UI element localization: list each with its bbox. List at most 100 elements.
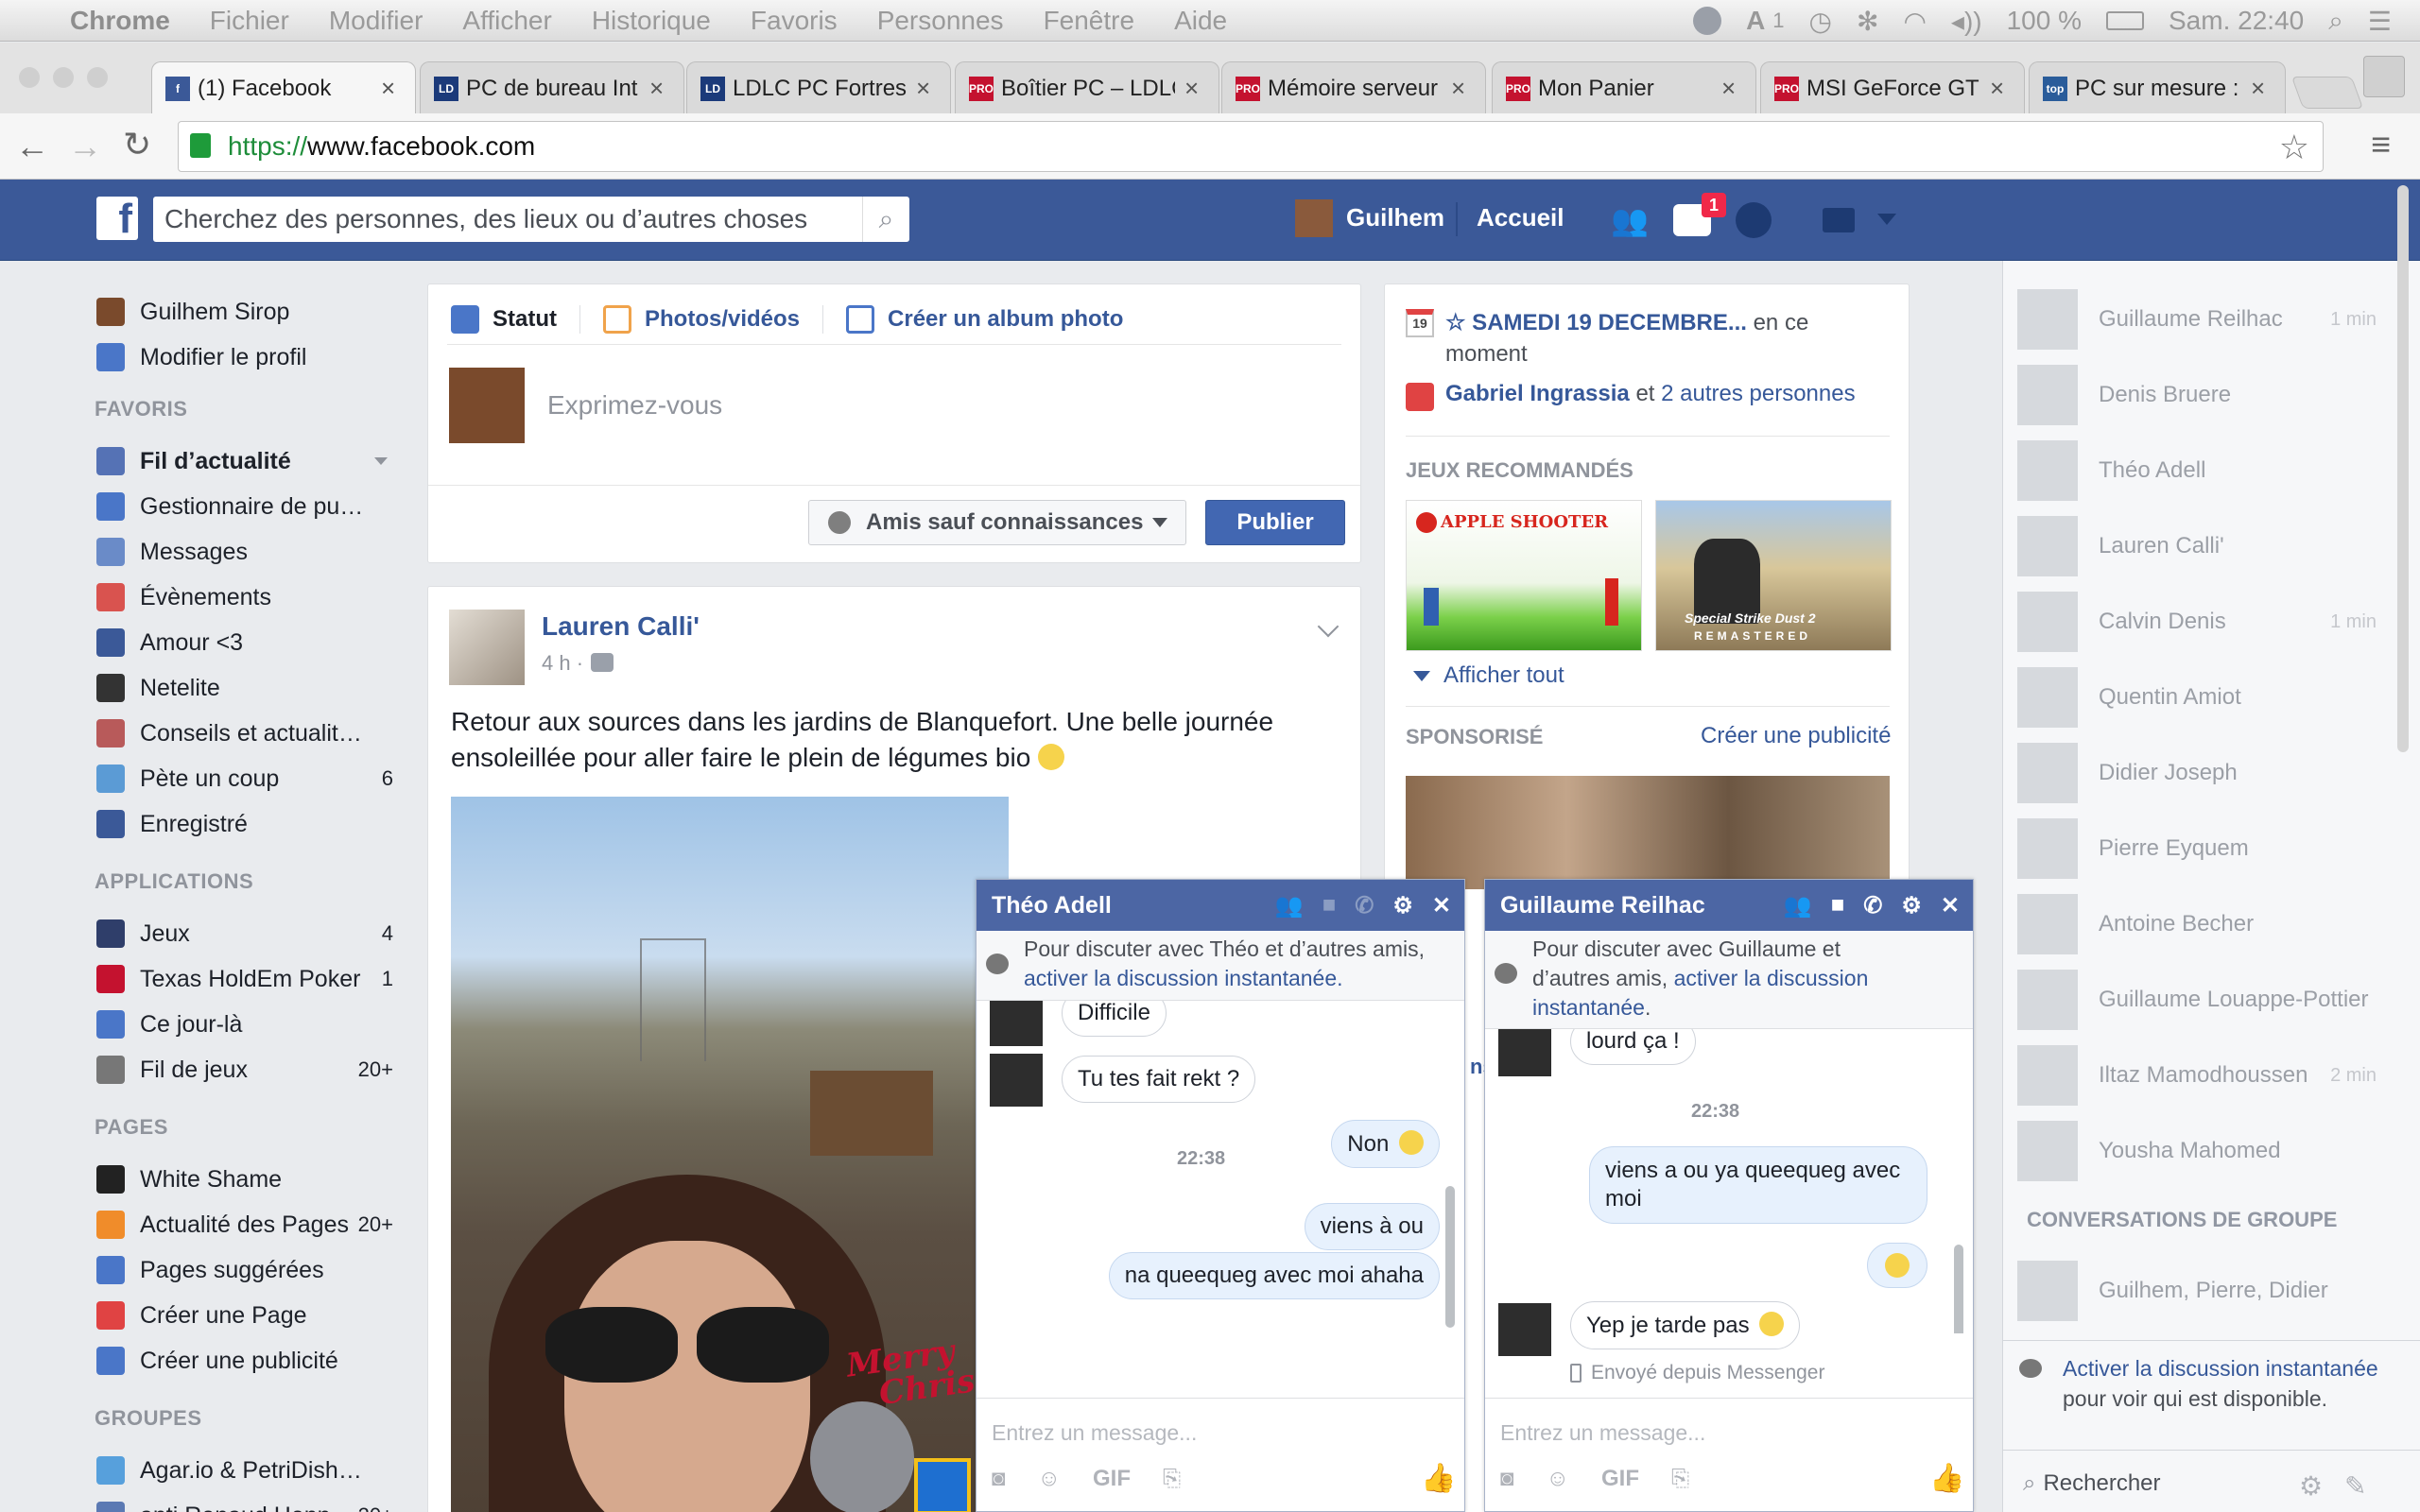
post-author-avatar[interactable] bbox=[449, 610, 525, 685]
left-nav-item[interactable]: White Shame bbox=[96, 1160, 399, 1198]
left-nav-item[interactable]: Jeux 4 bbox=[96, 915, 399, 953]
audience-selector[interactable]: Amis sauf connaissances bbox=[808, 500, 1186, 545]
close-tab-icon[interactable]: × bbox=[381, 74, 402, 103]
contact-item[interactable]: Didier Joseph bbox=[2017, 743, 2377, 803]
notification-center-icon[interactable]: ☰ bbox=[2368, 6, 2392, 37]
contact-item[interactable]: Yousha Mahomed bbox=[2017, 1121, 2377, 1181]
account-menu-chevron-icon[interactable] bbox=[1877, 214, 1896, 225]
profile-icon[interactable] bbox=[2363, 56, 2405, 97]
minimize-window-button[interactable] bbox=[53, 67, 74, 88]
left-nav-item[interactable]: Actualité des Pages 20+ bbox=[96, 1206, 399, 1244]
contact-item[interactable]: Lauren Calli' bbox=[2017, 516, 2377, 576]
left-nav-item[interactable]: Enregistré bbox=[96, 805, 399, 843]
add-friends-icon[interactable]: 👥 bbox=[1784, 892, 1812, 919]
new-tab-button[interactable] bbox=[2290, 77, 2364, 109]
dropdown-chevron-icon[interactable] bbox=[374, 457, 388, 465]
gif-button[interactable]: GIF bbox=[1093, 1466, 1131, 1492]
left-nav-item[interactable]: Évènements bbox=[96, 578, 399, 616]
left-nav-item[interactable]: Conseils et actualit… bbox=[96, 714, 399, 752]
menu-modifier[interactable]: Modifier bbox=[329, 6, 424, 36]
status-tab[interactable]: Statut bbox=[451, 305, 557, 334]
left-nav-item[interactable]: Pète un coup 6 bbox=[96, 760, 399, 798]
event-reminder[interactable]: ☆ SAMEDI 19 DECEMBRE... en ce moment bbox=[1445, 307, 1890, 369]
video-call-icon[interactable]: ■ bbox=[1322, 892, 1337, 919]
contact-item[interactable]: Iltaz Mamodhoussen 2 min bbox=[2017, 1045, 2377, 1106]
spotlight-icon[interactable]: ⌕ bbox=[2328, 6, 2343, 37]
add-friends-icon[interactable]: 👥 bbox=[1275, 892, 1304, 919]
left-nav-item[interactable]: Amour <3 bbox=[96, 624, 399, 662]
left-nav-heading[interactable]: APPLICATIONS bbox=[95, 869, 253, 894]
birthday-others[interactable]: 2 autres personnes bbox=[1661, 381, 1855, 406]
bluetooth-icon[interactable]: ✻ bbox=[1857, 6, 1878, 37]
adobe-icon[interactable]: A bbox=[1746, 6, 1765, 36]
contact-item[interactable]: Guillaume Louappe-Pottier bbox=[2017, 970, 2377, 1030]
left-nav-edit-profile[interactable]: Modifier le profil bbox=[96, 338, 399, 376]
show-all-games[interactable]: Afficher tout bbox=[1413, 662, 1564, 689]
time-machine-icon[interactable]: ◷ bbox=[1809, 6, 1832, 37]
notice-link[interactable]: activer la discussion instantanée. bbox=[1024, 966, 1343, 990]
menu-personnes[interactable]: Personnes bbox=[877, 6, 1004, 36]
battery-percent[interactable]: 100 % bbox=[2007, 6, 2082, 36]
tab-2[interactable]: LD LDLC PC Fortres × bbox=[686, 61, 951, 114]
left-nav-item[interactable]: Pages suggérées bbox=[96, 1251, 399, 1289]
left-nav-heading[interactable]: GROUPES bbox=[95, 1406, 202, 1431]
menu-afficher[interactable]: Afficher bbox=[462, 6, 551, 36]
search-button[interactable]: ⌕ bbox=[862, 197, 909, 242]
contact-item[interactable]: Quentin Amiot bbox=[2017, 667, 2377, 728]
contact-item[interactable]: Théo Adell bbox=[2017, 440, 2377, 501]
left-nav-item[interactable]: Fil d’actualité bbox=[96, 442, 399, 480]
chat-title[interactable]: Guillaume Reilhac bbox=[1500, 892, 1705, 919]
phone-icon[interactable]: ✆ bbox=[1863, 892, 1882, 919]
enable-chat-link[interactable]: Activer la discussion instantanée bbox=[2063, 1356, 2378, 1381]
forward-icon[interactable]: → bbox=[68, 127, 102, 166]
contact-item[interactable]: Denis Bruere bbox=[2017, 365, 2377, 425]
record-icon[interactable] bbox=[1693, 7, 1722, 35]
back-icon[interactable]: ← bbox=[15, 127, 49, 166]
gif-button[interactable]: GIF bbox=[1601, 1466, 1639, 1492]
reload-icon[interactable]: ↻ bbox=[123, 125, 151, 164]
post-photo[interactable]: Merry Christmas bbox=[451, 797, 1009, 1512]
tab-6[interactable]: PRO MSI GeForce GT × bbox=[1760, 61, 2025, 114]
close-tab-icon[interactable]: × bbox=[1990, 74, 2011, 103]
clock[interactable]: Sam. 22:40 bbox=[2169, 6, 2304, 36]
left-nav-item[interactable]: Créer une publicité bbox=[96, 1342, 399, 1380]
zoom-window-button[interactable] bbox=[87, 67, 108, 88]
left-nav-item[interactable]: Ce jour-là bbox=[96, 1005, 399, 1043]
game-apple-shooter[interactable]: APPLE SHOOTER bbox=[1406, 500, 1642, 651]
contact-item[interactable]: Guillaume Reilhac 1 min bbox=[2017, 289, 2377, 350]
group-conversation-item[interactable]: Guilhem, Pierre, Didier bbox=[2017, 1261, 2377, 1321]
header-home-link[interactable]: Accueil bbox=[1477, 203, 1564, 232]
menu-historique[interactable]: Historique bbox=[592, 6, 711, 36]
photos-tab[interactable]: Photos/vidéos bbox=[603, 305, 800, 334]
post-author-name[interactable]: Lauren Calli' bbox=[542, 611, 700, 642]
close-icon[interactable]: ✕ bbox=[1941, 892, 1960, 919]
post-timestamp[interactable]: 4 h · bbox=[542, 651, 583, 676]
chat-header[interactable]: Théo Adell 👥 ■ ✆ ⚙ ✕ bbox=[977, 880, 1464, 931]
contact-item[interactable]: Calvin Denis 1 min bbox=[2017, 592, 2377, 652]
left-nav-item[interactable]: Texas HoldEm Poker 1 bbox=[96, 960, 399, 998]
sponsored-ad-image[interactable] bbox=[1406, 776, 1890, 889]
address-bar[interactable]: https:// www.facebook.com ☆ bbox=[178, 121, 2324, 172]
message-input[interactable]: Entrez un message... bbox=[992, 1420, 1197, 1446]
facebook-logo-icon[interactable]: f bbox=[96, 197, 138, 240]
post-options-chevron-icon[interactable] bbox=[1317, 615, 1340, 638]
left-nav-profile[interactable]: Guilhem Sirop bbox=[96, 293, 399, 331]
friend-requests-icon[interactable]: 👥 bbox=[1611, 202, 1652, 237]
chat-settings-gear-icon[interactable]: ⚙ bbox=[2299, 1470, 2323, 1502]
chat-header[interactable]: Guillaume Reilhac 👥 ■ ✆ ⚙ ✕ bbox=[1485, 880, 1973, 931]
close-tab-icon[interactable]: × bbox=[1184, 74, 1205, 103]
new-message-icon[interactable]: ✎ bbox=[2344, 1470, 2366, 1502]
attach-icon[interactable]: ⎘ bbox=[1671, 1466, 1689, 1492]
emoji-icon[interactable]: ☺ bbox=[1547, 1466, 1570, 1492]
chat-search-input[interactable]: ⌕ Rechercher bbox=[2023, 1470, 2307, 1497]
left-nav-item[interactable]: Messages bbox=[96, 533, 399, 571]
publish-button[interactable]: Publier bbox=[1205, 500, 1345, 545]
sidebar-scrollbar[interactable] bbox=[2397, 185, 2409, 752]
left-nav-heading[interactable]: PAGES bbox=[95, 1115, 168, 1140]
left-nav-item[interactable]: Gestionnaire de pu… bbox=[96, 488, 399, 525]
close-icon[interactable]: ✕ bbox=[1432, 892, 1451, 919]
phone-icon[interactable]: ✆ bbox=[1355, 892, 1374, 919]
options-gear-icon[interactable]: ⚙ bbox=[1392, 892, 1413, 919]
game-special-strike[interactable]: Special Strike Dust 2 REMASTERED bbox=[1655, 500, 1892, 651]
camera-icon[interactable]: ◙ bbox=[992, 1466, 1006, 1492]
